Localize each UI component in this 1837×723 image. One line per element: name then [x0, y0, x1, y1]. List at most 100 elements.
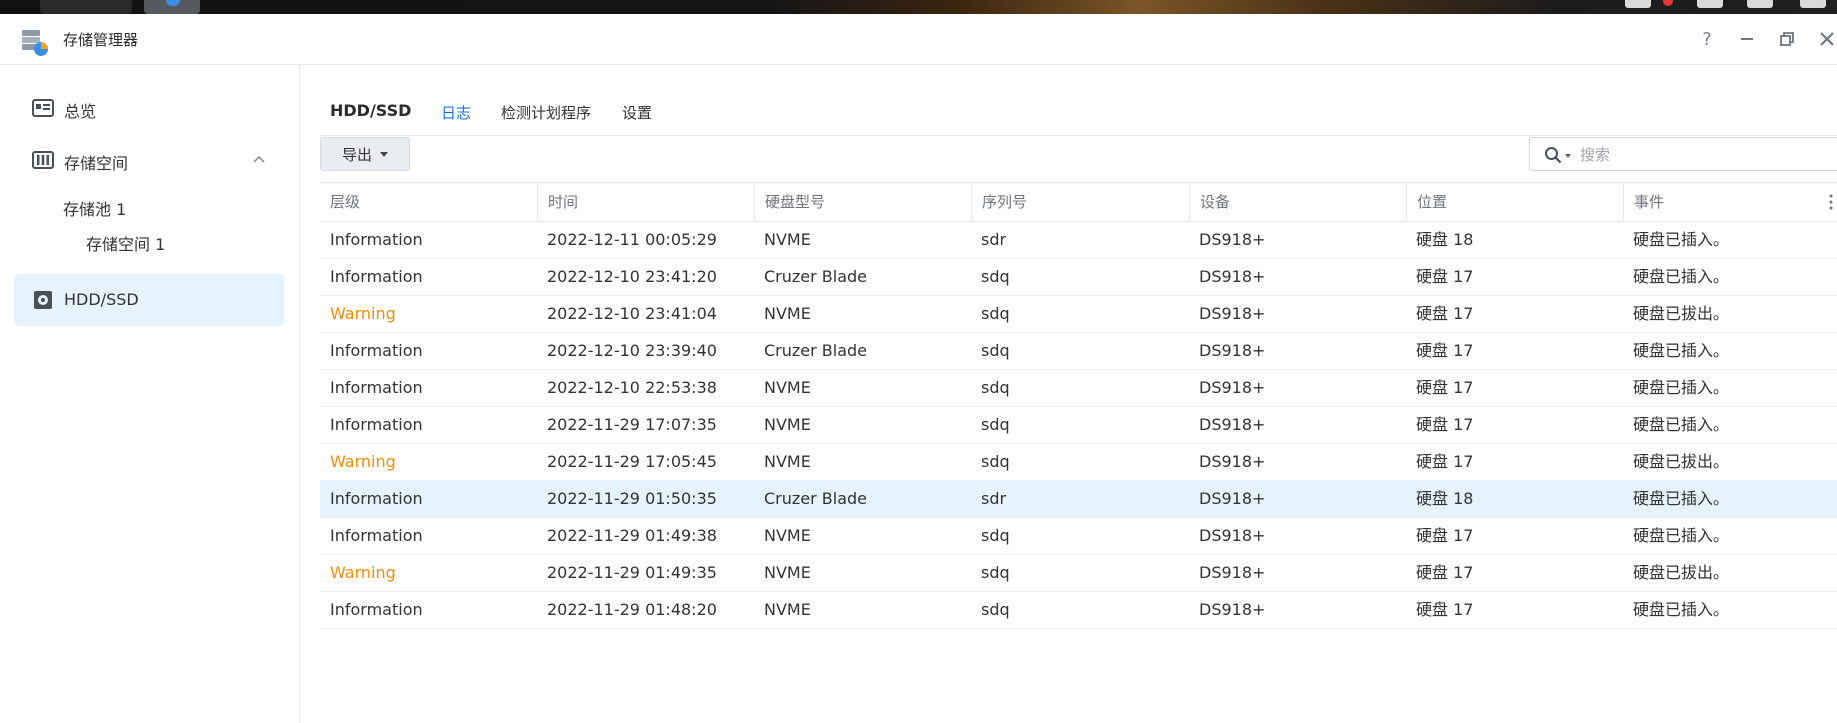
cell-model: NVME — [764, 563, 811, 582]
cell-event: 硬盘已拔出。 — [1633, 304, 1730, 323]
cell-time: 2022-11-29 01:50:35 — [547, 489, 717, 508]
sidebar-subitem-storage-pool[interactable]: 存储池 1 — [63, 196, 126, 220]
column-header-time[interactable]: 时间 — [537, 183, 754, 221]
tab-test-scheduler[interactable]: 检测计划程序 — [501, 102, 591, 123]
cell-serial: sdq — [981, 563, 1010, 582]
cell-location: 硬盘 17 — [1416, 526, 1474, 545]
cell-serial: sdq — [981, 341, 1010, 360]
cell-serial: sdq — [981, 452, 1010, 471]
desktop-taskbar — [0, 0, 1837, 14]
cell-event: 硬盘已插入。 — [1633, 489, 1730, 508]
sidebar-subitem-volume[interactable]: 存储空间 1 — [86, 231, 165, 255]
cell-location: 硬盘 17 — [1416, 378, 1474, 397]
cell-time: 2022-12-10 23:41:04 — [547, 304, 717, 323]
cell-device: DS918+ — [1199, 378, 1266, 397]
taskbar-button[interactable] — [40, 0, 132, 14]
sidebar-item-label: 存储空间 — [64, 154, 129, 173]
cell-level: Warning — [330, 452, 396, 471]
table-row[interactable]: Information 2022-12-10 22:53:38 NVME sdq DS9… — [320, 370, 1837, 407]
close-button[interactable] — [1813, 25, 1837, 53]
export-button-label: 导出 — [341, 145, 372, 164]
storage-manager-app-icon — [22, 30, 48, 56]
cell-event: 硬盘已插入。 — [1633, 378, 1730, 397]
cell-time: 2022-12-10 23:39:40 — [547, 341, 717, 360]
help-button[interactable]: ? — [1693, 25, 1721, 53]
cell-serial: sdq — [981, 304, 1010, 323]
restore-button[interactable] — [1773, 25, 1801, 53]
cell-location: 硬盘 18 — [1416, 489, 1474, 508]
table-row[interactable]: Warning 2022-11-29 01:49:35 NVME sdq DS918+ 硬… — [320, 555, 1837, 592]
column-header-device[interactable]: 设备 — [1189, 183, 1406, 221]
cell-time: 2022-12-11 00:05:29 — [547, 230, 717, 249]
cell-event: 硬盘已插入。 — [1633, 600, 1730, 619]
taskbar-button-active[interactable] — [144, 0, 200, 14]
sidebar-item-label: HDD/SSD — [64, 290, 139, 309]
cell-device: DS918+ — [1199, 526, 1266, 545]
tray-icon[interactable] — [1747, 0, 1773, 8]
sidebar-item-label: 总览 — [64, 102, 97, 121]
table-row[interactable]: Information 2022-11-29 17:07:35 NVME sdq DS9… — [320, 407, 1837, 444]
table-row[interactable]: Information 2022-11-29 01:49:38 NVME sdq DS9… — [320, 518, 1837, 555]
cell-model: NVME — [764, 378, 811, 397]
cell-location: 硬盘 17 — [1416, 267, 1474, 286]
search-options-caret-icon[interactable] — [1565, 154, 1571, 158]
column-header-model[interactable]: 硬盘型号 — [754, 183, 971, 221]
cell-location: 硬盘 17 — [1416, 600, 1474, 619]
table-row[interactable]: Information 2022-12-10 23:39:40 Cruzer Bla… — [320, 333, 1837, 370]
cell-time: 2022-11-29 01:48:20 — [547, 600, 717, 619]
tray-icon[interactable] — [1800, 0, 1826, 8]
cell-device: DS918+ — [1199, 489, 1266, 508]
sidebar-item-hdd-ssd[interactable]: HDD/SSD — [14, 274, 284, 326]
cell-location: 硬盘 17 — [1416, 452, 1474, 471]
export-button[interactable]: 导出 — [320, 137, 410, 171]
cell-level: Information — [330, 378, 423, 397]
cell-serial: sdq — [981, 415, 1010, 434]
sidebar-item-overview[interactable]: 总览 — [14, 82, 284, 134]
sidebar: 总览 存储空间 存储池 1 存储空间 1 HDD/SSD — [0, 65, 300, 723]
cell-model: Cruzer Blade — [764, 267, 868, 286]
cell-location: 硬盘 17 — [1416, 415, 1474, 434]
log-table: 层级 时间 硬盘型号 序列号 设备 位置 事件 Information 2022-… — [320, 182, 1837, 629]
tab-log[interactable]: 日志 — [441, 102, 471, 123]
cell-level: Warning — [330, 304, 396, 323]
cell-model: NVME — [764, 600, 811, 619]
column-menu-icon[interactable] — [1829, 193, 1833, 211]
search-input[interactable] — [1578, 143, 1822, 167]
tray-icon[interactable] — [1697, 0, 1723, 8]
tab-bar: HDD/SSD 日志 检测计划程序 设置 — [320, 65, 1837, 136]
caret-down-icon — [380, 151, 388, 157]
cell-time: 2022-12-10 22:53:38 — [547, 378, 717, 397]
table-row[interactable]: Information 2022-11-29 01:50:35 Cruzer Bla… — [320, 481, 1837, 518]
column-header-level[interactable]: 层级 — [320, 183, 537, 221]
minimize-icon — [1741, 38, 1753, 40]
table-row[interactable]: Warning 2022-11-29 17:05:45 NVME sdq DS918+ 硬… — [320, 444, 1837, 481]
minimize-button[interactable] — [1733, 25, 1761, 53]
cell-model: NVME — [764, 452, 811, 471]
tab-hdd-ssd[interactable]: HDD/SSD — [330, 101, 411, 120]
cell-level: Information — [330, 230, 423, 249]
sidebar-item-storage[interactable]: 存储空间 — [14, 134, 284, 186]
notification-badge — [1663, 0, 1673, 6]
search-box[interactable] — [1529, 137, 1837, 171]
table-row[interactable]: Information 2022-12-10 23:41:20 Cruzer Bla… — [320, 259, 1837, 296]
cell-serial: sdq — [981, 600, 1010, 619]
cell-model: NVME — [764, 415, 811, 434]
search-icon[interactable] — [1544, 146, 1562, 164]
cell-level: Information — [330, 341, 423, 360]
cell-level: Warning — [330, 563, 396, 582]
column-header-serial[interactable]: 序列号 — [971, 183, 1189, 221]
cell-event: 硬盘已插入。 — [1633, 230, 1730, 249]
cell-model: NVME — [764, 230, 811, 249]
table-row[interactable]: Information 2022-12-11 00:05:29 NVME sdr DS9… — [320, 222, 1837, 259]
tray-icon[interactable] — [1625, 0, 1651, 8]
cell-device: DS918+ — [1199, 267, 1266, 286]
table-row[interactable]: Warning 2022-12-10 23:41:04 NVME sdq DS918+ 硬… — [320, 296, 1837, 333]
column-header-location[interactable]: 位置 — [1406, 183, 1623, 221]
cell-level: Information — [330, 600, 423, 619]
table-row[interactable]: Information 2022-11-29 01:48:20 NVME sdq DS9… — [320, 592, 1837, 629]
chevron-up-icon[interactable] — [252, 152, 266, 166]
tab-settings[interactable]: 设置 — [622, 102, 652, 123]
column-header-event[interactable]: 事件 — [1623, 183, 1820, 221]
cell-device: DS918+ — [1199, 230, 1266, 249]
window-titlebar: 存储管理器 ? — [0, 14, 1837, 65]
